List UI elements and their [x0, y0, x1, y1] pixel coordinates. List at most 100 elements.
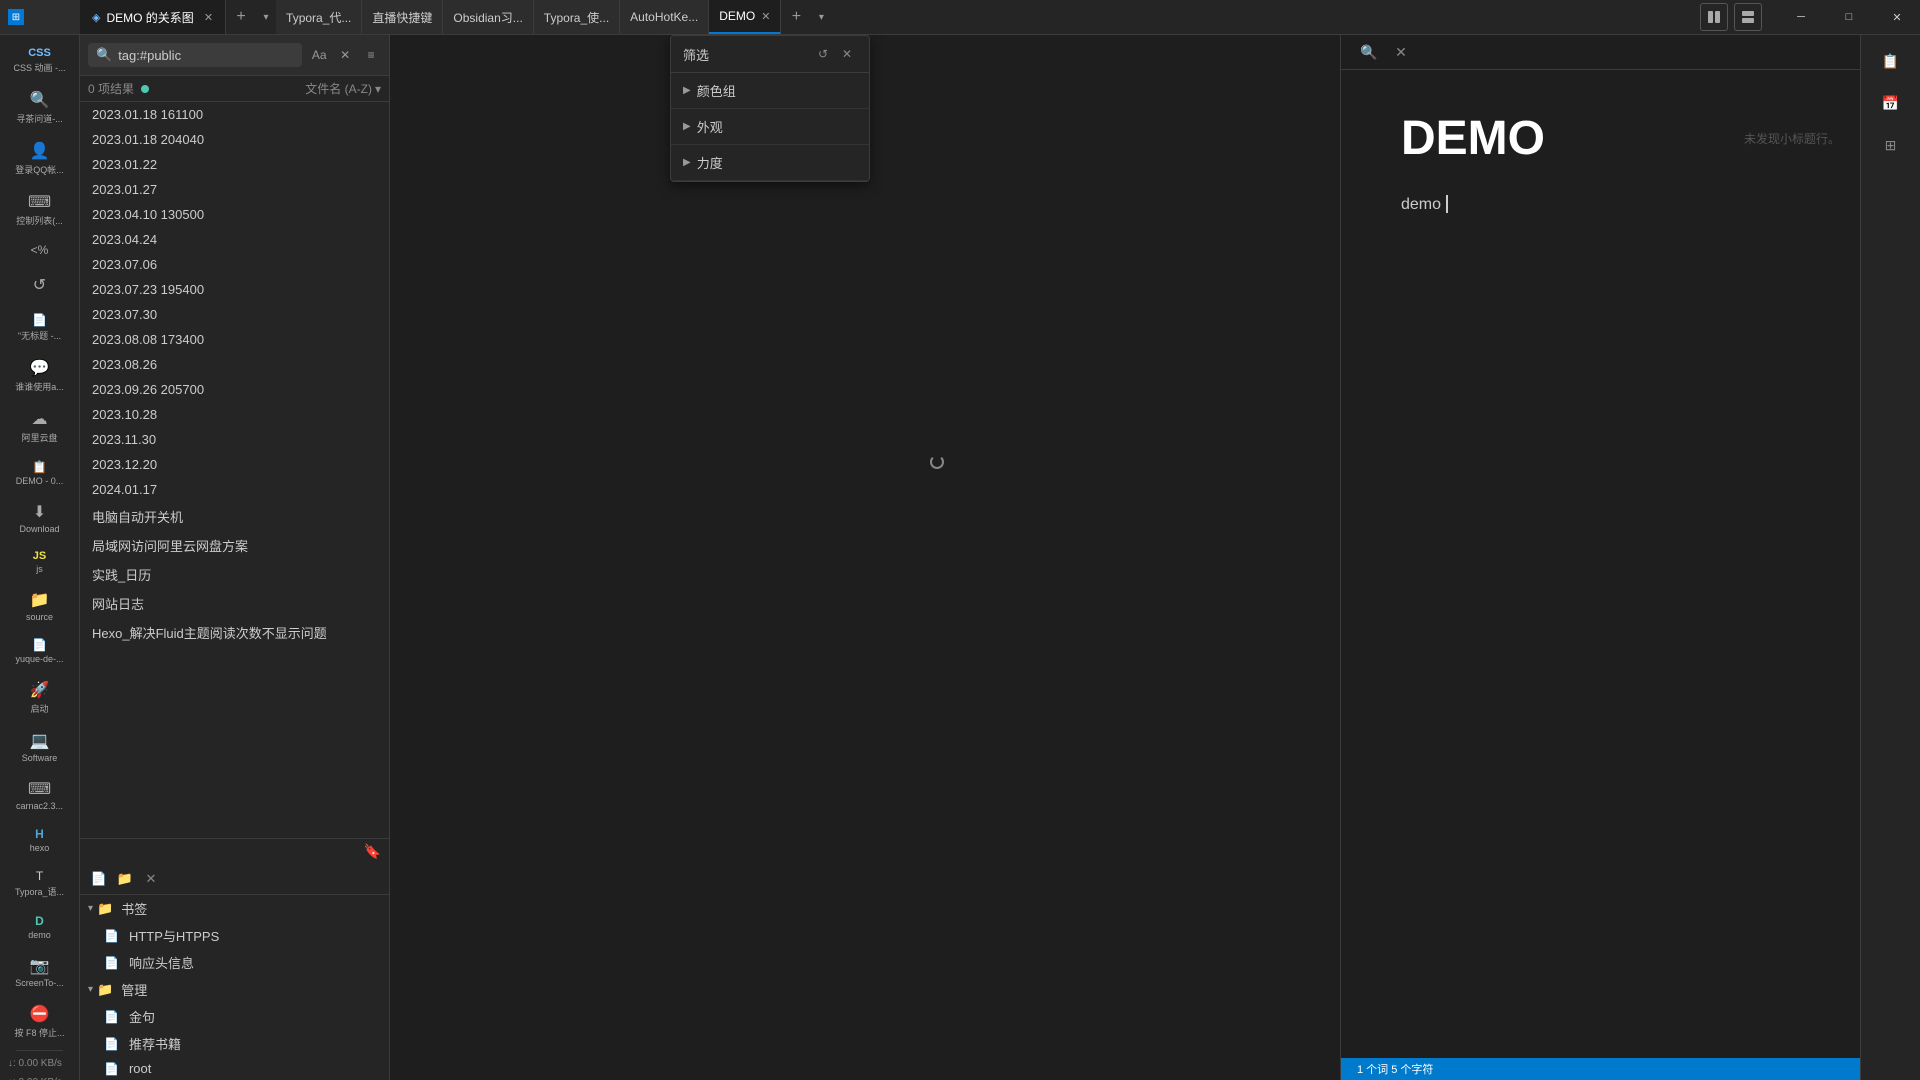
file-item[interactable]: 2023.08.26: [80, 352, 389, 377]
bookmark-item-label-books: 推荐书籍: [129, 1034, 181, 1053]
file-item[interactable]: 2023.07.30: [80, 302, 389, 327]
bookmark-item-response[interactable]: 📄 响应头信息: [80, 949, 389, 976]
editor-content[interactable]: DEMO demo 未发现小标题行。: [1341, 70, 1860, 1058]
activity-item-software[interactable]: 💻 Software: [0, 723, 80, 771]
tab-overflow-button[interactable]: ▾: [256, 0, 276, 34]
maximize-button[interactable]: □: [1826, 0, 1872, 35]
activity-item-yuque[interactable]: 📄 yuque-de-...: [0, 630, 80, 672]
activity-item-startup[interactable]: 🚀 启动: [0, 672, 80, 723]
filter-refresh-btn[interactable]: ↺: [813, 44, 833, 64]
activity-item-login[interactable]: 👤 登录QQ帐...: [0, 133, 80, 184]
bookmark-group-header-management[interactable]: ▾ 📁 管理: [80, 976, 389, 1003]
tab-add-right[interactable]: +: [781, 0, 811, 34]
activity-item-carnac2[interactable]: ⌨ carnac2.3...: [0, 771, 80, 819]
file-item[interactable]: 2023.08.08 173400: [80, 327, 389, 352]
search-clear-btn[interactable]: ✕: [334, 44, 356, 66]
layout-btn-1[interactable]: [1700, 3, 1728, 31]
filter-close-btn[interactable]: ✕: [837, 44, 857, 64]
tab-autohot[interactable]: AutoHotKe...: [620, 0, 709, 34]
activity-item-demo-item[interactable]: D demo: [0, 906, 80, 948]
editor-placeholder: 未发现小标题行。: [1744, 130, 1840, 147]
search-input-wrap[interactable]: 🔍: [88, 43, 302, 67]
filter-popup: 筛选 ↺ ✕ ▶ 颜色组 ▶ 外观 ▶ 力度: [670, 35, 870, 182]
activity-item-notitle[interactable]: 📄 "无标题 -...: [0, 305, 80, 350]
sort-button[interactable]: 文件名 (A-Z) ▾: [305, 80, 381, 97]
activity-item-typora[interactable]: T Typora_语...: [0, 861, 80, 906]
search-case-btn[interactable]: Aa: [308, 44, 330, 66]
filter-label-color: 颜色组: [697, 81, 736, 100]
bookmark-add-folder[interactable]: 📁: [114, 868, 136, 890]
results-dot: [141, 85, 149, 93]
file-item[interactable]: Hexo_解决Fluid主题阅读次数不显示问题: [80, 618, 389, 647]
editor-status-bar: 1 个词 5 个字符: [1341, 1058, 1860, 1080]
activity-label-download: Download: [19, 524, 59, 534]
activity-item-aliyun[interactable]: ☁ 阿里云盘: [0, 401, 80, 452]
activity-item-source[interactable]: 📁 source: [0, 582, 80, 630]
bookmark-item-http[interactable]: 📄 HTTP与HTPPS: [80, 922, 389, 949]
file-item[interactable]: 2023.04.10 130500: [80, 202, 389, 227]
bookmark-item-quotes[interactable]: 📄 金句: [80, 1003, 389, 1030]
tab-demo-graph[interactable]: ◈ DEMO 的关系图 ✕: [80, 0, 226, 34]
activity-item-refresh[interactable]: ↺: [0, 267, 80, 305]
activity-label-carnac2: carnac2.3...: [16, 801, 63, 811]
file-item[interactable]: 2023.09.26 205700: [80, 377, 389, 402]
bookmark-item-root[interactable]: 📄 root: [80, 1057, 389, 1080]
file-item[interactable]: 2023.11.30: [80, 427, 389, 452]
tab-obsidian[interactable]: Obsidian习...: [443, 0, 533, 34]
file-item[interactable]: 2024.01.17: [80, 477, 389, 502]
bookmark-item-books[interactable]: 📄 推荐书籍: [80, 1030, 389, 1057]
activity-item-xuncha[interactable]: 🔍 寻茶问道-...: [0, 82, 80, 133]
bookmark-group-header-bookmarks[interactable]: ▾ 📁 书签: [80, 895, 389, 922]
bookmark-remove[interactable]: ✕: [140, 868, 162, 890]
bookmark-add-file[interactable]: 📄: [88, 868, 110, 890]
activity-label-screento: ScreenTo-...: [15, 978, 64, 988]
bookmark-toolbar: 📄 📁 ✕: [80, 864, 389, 895]
file-item[interactable]: 2023.01.22: [80, 152, 389, 177]
close-editor-btn[interactable]: ✕: [1389, 40, 1413, 64]
tab-overflow-right[interactable]: ▾: [811, 0, 831, 34]
tab-add-button[interactable]: +: [226, 0, 256, 34]
tab-shortcuts[interactable]: 直播快捷键: [362, 0, 443, 34]
search-editor-btn[interactable]: 🔍: [1357, 40, 1381, 64]
search-filter-btn[interactable]: ≡: [360, 44, 382, 66]
bookmark-icon[interactable]: 🔖: [364, 843, 381, 860]
file-item[interactable]: 2023.04.24: [80, 227, 389, 252]
activity-item-hexo[interactable]: H hexo: [0, 819, 80, 861]
activity-item-js[interactable]: JS js: [0, 542, 80, 582]
activity-item-stopfb[interactable]: ⛔ 按 F8 停止...: [0, 996, 80, 1047]
activity-item-talk[interactable]: 💬 谁谁使用a...: [0, 350, 80, 401]
file-item[interactable]: 2023.07.23 195400: [80, 277, 389, 302]
file-item[interactable]: 2023.10.28: [80, 402, 389, 427]
layout-btn-2[interactable]: [1734, 3, 1762, 31]
tab-demo-active[interactable]: DEMO ✕: [709, 0, 781, 34]
file-item[interactable]: 2023.01.27: [80, 177, 389, 202]
close-button[interactable]: ✕: [1874, 0, 1920, 35]
activity-item-download[interactable]: ⬇ Download: [0, 494, 80, 542]
file-item[interactable]: 2023.07.06: [80, 252, 389, 277]
right-sidebar-btn-2[interactable]: 📅: [1873, 85, 1909, 121]
activity-item-css[interactable]: CSS CSS 动画 -...: [0, 39, 80, 82]
minimize-button[interactable]: ─: [1778, 0, 1824, 35]
filter-actions: ↺ ✕: [813, 44, 857, 64]
file-item[interactable]: 2023.12.20: [80, 452, 389, 477]
file-item[interactable]: 实践_日历: [80, 560, 389, 589]
right-sidebar-btn-3[interactable]: ⊞: [1873, 127, 1909, 163]
activity-item-screento[interactable]: 📷 ScreenTo-...: [0, 948, 80, 996]
search-input[interactable]: [118, 48, 294, 63]
tab-close-demo-graph[interactable]: ✕: [204, 11, 213, 24]
file-item[interactable]: 电脑自动开关机: [80, 502, 389, 531]
file-item[interactable]: 2023.01.18 204040: [80, 127, 389, 152]
file-item[interactable]: 2023.01.18 161100: [80, 102, 389, 127]
activity-item-carnac[interactable]: ⌨ 控制列表(...: [0, 184, 80, 235]
activity-item-demo0[interactable]: 📋 DEMO - 0...: [0, 452, 80, 494]
filter-section-appearance[interactable]: ▶ 外观: [671, 109, 869, 145]
tab-close-demo[interactable]: ✕: [761, 10, 770, 23]
file-item[interactable]: 局域网访问阿里云网盘方案: [80, 531, 389, 560]
file-item[interactable]: 网站日志: [80, 589, 389, 618]
right-sidebar-btn-1[interactable]: 📋: [1873, 43, 1909, 79]
tab-typora-code[interactable]: Typora_代...: [276, 0, 362, 34]
filter-section-intensity[interactable]: ▶ 力度: [671, 145, 869, 181]
filter-section-color[interactable]: ▶ 颜色组: [671, 73, 869, 109]
activity-item-pct[interactable]: <%: [0, 235, 80, 267]
tab-typora-use[interactable]: Typora_使...: [534, 0, 620, 34]
